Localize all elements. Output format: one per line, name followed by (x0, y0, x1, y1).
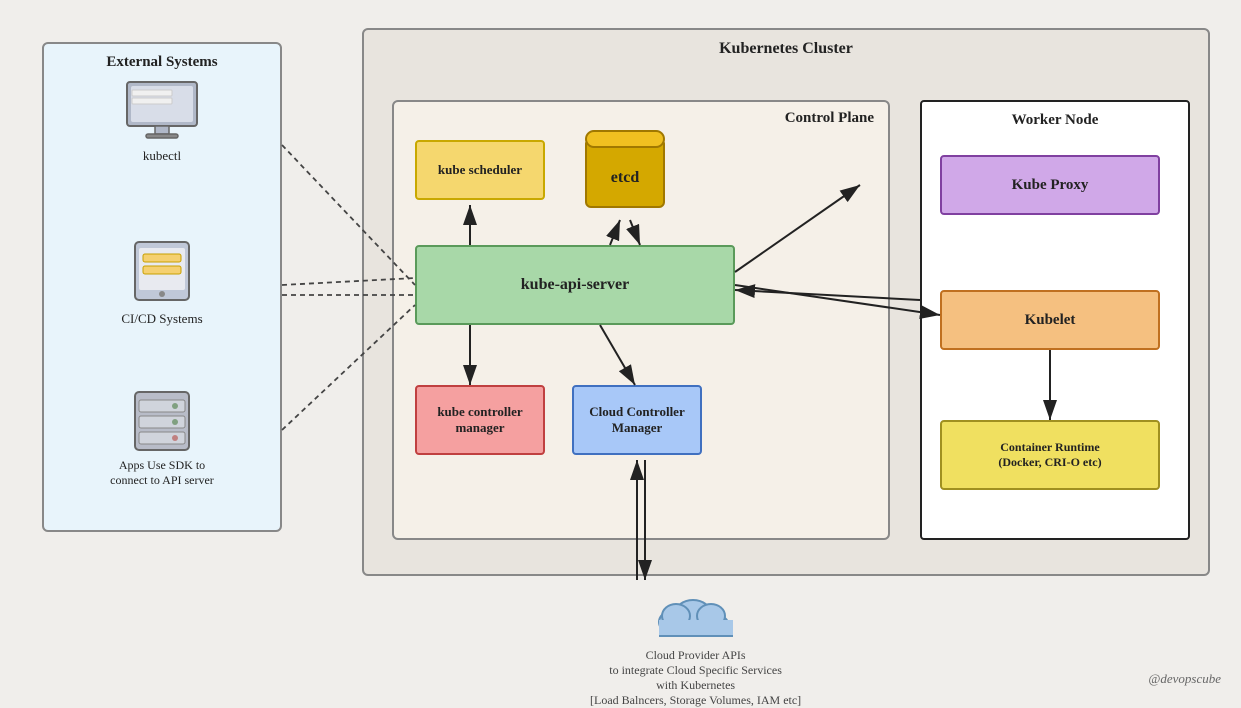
k8s-cluster-title: Kubernetes Cluster (364, 30, 1208, 58)
kube-controller-manager-label: kube controller manager (437, 404, 522, 436)
etcd-container: etcd (580, 128, 670, 218)
kube-api-server-label: kube-api-server (521, 276, 629, 294)
etcd-label: etcd (611, 169, 639, 187)
kube-scheduler-box: kube scheduler (415, 140, 545, 200)
external-systems-title: External Systems (44, 44, 280, 77)
cloud-provider-section: Cloud Provider APIs to integrate Cloud S… (590, 580, 801, 708)
cloud-controller-manager-label: Cloud Controller Manager (589, 404, 684, 436)
etcd-cylinder: etcd (585, 138, 665, 208)
worker-node-title: Worker Node (922, 102, 1188, 129)
diagram-container: External Systems kubectl CI/CD Sy (0, 0, 1241, 701)
sdk-item: Apps Use SDK to connect to API server (42, 390, 282, 488)
kubelet-box: Kubelet (940, 290, 1160, 350)
kube-api-server-box: kube-api-server (415, 245, 735, 325)
kube-controller-manager-box: kube controller manager (415, 385, 545, 455)
cloud-icon (651, 580, 741, 640)
kube-proxy-box: Kube Proxy (940, 155, 1160, 215)
container-runtime-box: Container Runtime (Docker, CRI-O etc) (940, 420, 1160, 490)
kube-scheduler-label: kube scheduler (438, 162, 522, 178)
cicd-icon (127, 240, 197, 305)
monitor-icon (122, 80, 202, 142)
kubectl-label: kubectl (143, 148, 181, 164)
kubelet-label: Kubelet (1025, 312, 1076, 329)
cicd-label: CI/CD Systems (121, 311, 202, 327)
container-runtime-label: Container Runtime (Docker, CRI-O etc) (998, 440, 1101, 470)
cloud-controller-manager-box: Cloud Controller Manager (572, 385, 702, 455)
etcd-top (585, 130, 665, 148)
control-plane-title: Control Plane (394, 102, 888, 127)
attribution: @devopscube (1148, 671, 1221, 687)
cicd-item: CI/CD Systems (42, 240, 282, 327)
sdk-label: Apps Use SDK to connect to API server (110, 458, 214, 488)
kube-proxy-label: Kube Proxy (1012, 177, 1089, 194)
server-icon (127, 390, 197, 452)
kubectl-item: kubectl (42, 80, 282, 164)
cloud-provider-text: Cloud Provider APIs to integrate Cloud S… (590, 648, 801, 708)
